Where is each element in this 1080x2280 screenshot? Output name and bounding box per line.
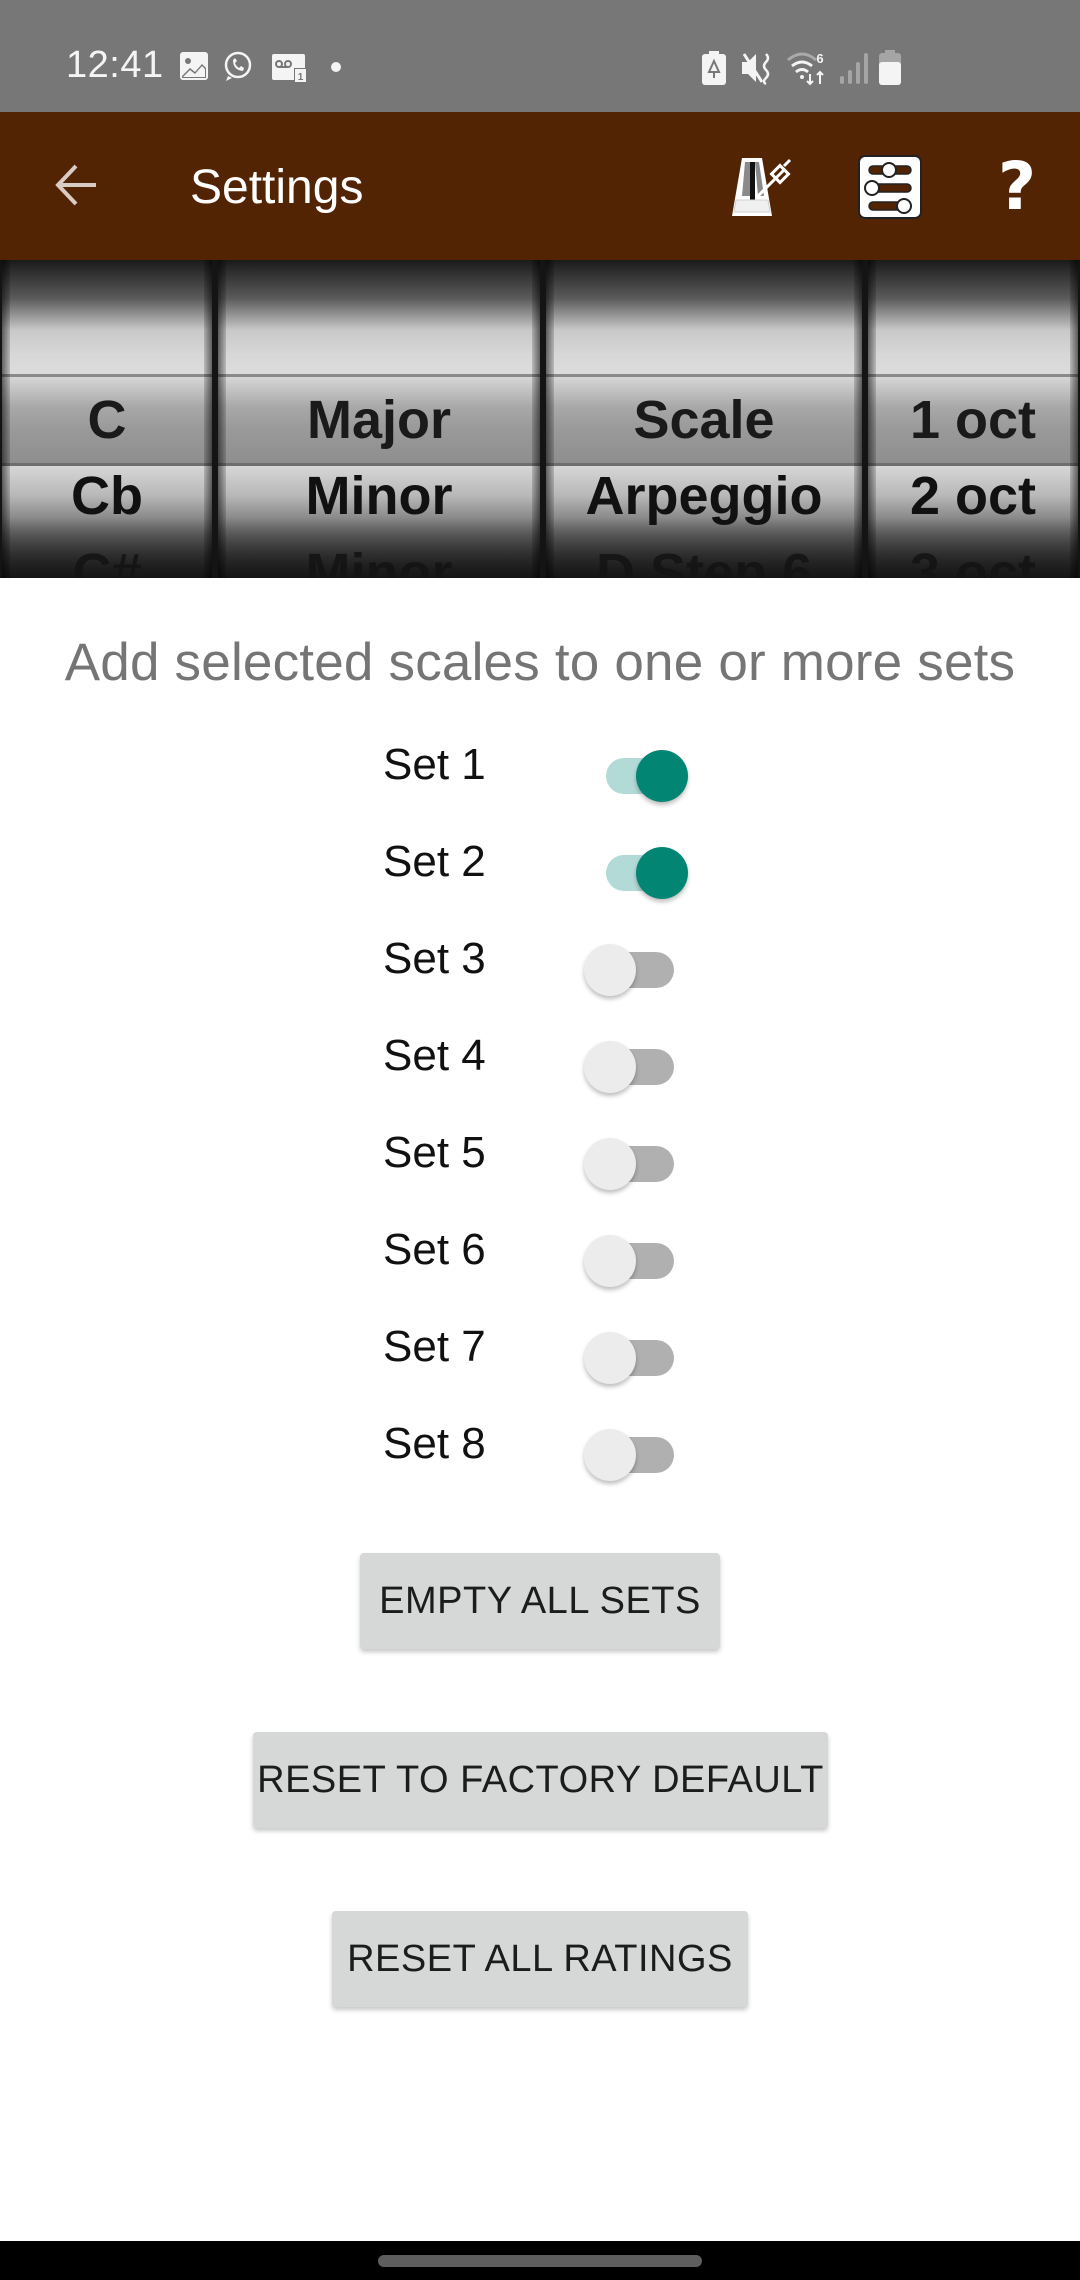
switch-thumb [636,750,688,802]
picker-item-selected[interactable]: 1 oct [868,390,1078,450]
set-row-8: Set 8 [0,1403,1080,1493]
set-toggle-2[interactable] [584,841,690,899]
reset-all-ratings-button[interactable]: RESET ALL RATINGS [332,1911,748,2007]
switch-thumb [584,1332,636,1384]
battery-saver-icon [702,51,726,85]
home-handle[interactable] [378,2255,702,2267]
picker-item[interactable]: 2 oct [868,466,1078,526]
empty-all-sets-button[interactable]: EMPTY ALL SETS [360,1553,720,1649]
set-toggle-8[interactable] [584,1423,690,1481]
set-toggle-7[interactable] [584,1326,690,1384]
wifi-6-icon: 6 [787,51,824,86]
metronome-icon [732,158,792,216]
page-title: Settings [190,161,364,214]
picker-item[interactable]: Minor [218,466,540,526]
equalizer-settings-icon [858,155,922,219]
switch-thumb [584,1041,636,1093]
picker-column-type[interactable]: Scale Arpeggio D Step 6 [546,260,862,578]
switch-thumb [584,1235,636,1287]
wheel-shade [218,518,540,578]
battery-icon [879,50,901,85]
picker-item[interactable]: Arpeggio [546,466,862,526]
help-icon: ? [997,148,1037,225]
set-label: Set 3 [383,934,486,983]
gallery-icon [180,52,208,80]
switch-thumb [636,847,688,899]
switch-thumb [584,944,636,996]
wheel-shade [546,518,862,578]
app-bar: Settings ? [0,112,1080,260]
scale-picker: C Cb C# Major Minor Minor Scale Arpeggio… [0,260,1080,578]
voicemail-icon: 1 [272,54,307,82]
set-toggle-3[interactable] [584,938,690,996]
svg-text:1: 1 [298,72,304,82]
picker-item-selected[interactable]: Scale [546,390,862,450]
navigation-bar [0,2241,1080,2280]
switch-thumb [584,1138,636,1190]
reset-factory-default-button[interactable]: RESET TO FACTORY DEFAULT [253,1732,828,1828]
set-label: Set 2 [383,837,486,886]
picker-item[interactable]: Cb [2,466,212,526]
set-label: Set 8 [383,1419,486,1468]
picker-item-selected[interactable]: C [2,390,212,450]
set-row-6: Set 6 [0,1209,1080,1299]
set-row-7: Set 7 [0,1306,1080,1396]
wheel-shade [868,518,1078,578]
set-label: Set 7 [383,1322,486,1371]
set-row-1: Set 1 [0,724,1080,814]
picker-column-octaves[interactable]: 1 oct 2 oct 3 oct [868,260,1078,578]
whatsapp-icon [224,51,252,81]
set-toggle-4[interactable] [584,1035,690,1093]
picker-column-key[interactable]: C Cb C# [2,260,212,578]
set-toggle-5[interactable] [584,1132,690,1190]
picker-column-mode[interactable]: Major Minor Minor [218,260,540,578]
help-button[interactable]: ? [972,142,1062,232]
wheel-shade [2,518,212,578]
notification-dot-icon [331,62,341,72]
arrow-back-icon [55,164,96,206]
equalizer-settings-button[interactable] [845,142,935,232]
switch-thumb [584,1429,636,1481]
set-label: Set 1 [383,740,486,789]
set-row-5: Set 5 [0,1112,1080,1202]
set-label: Set 5 [383,1128,486,1177]
set-row-3: Set 3 [0,918,1080,1008]
set-label: Set 6 [383,1225,486,1274]
set-row-2: Set 2 [0,821,1080,911]
set-toggle-6[interactable] [584,1229,690,1287]
picker-item-selected[interactable]: Major [218,390,540,450]
set-label: Set 4 [383,1031,486,1080]
status-time: 12:41 [66,44,164,86]
status-bar: 12:41 1 6 [0,0,1080,112]
signal-icon [840,53,868,84]
svg-text:6: 6 [816,51,823,66]
mute-vibrate-icon [742,53,770,86]
metronome-button[interactable] [718,142,808,232]
set-row-4: Set 4 [0,1015,1080,1105]
set-toggle-1[interactable] [584,744,690,802]
back-button[interactable] [40,150,110,220]
sets-heading: Add selected scales to one or more sets [64,633,1016,692]
